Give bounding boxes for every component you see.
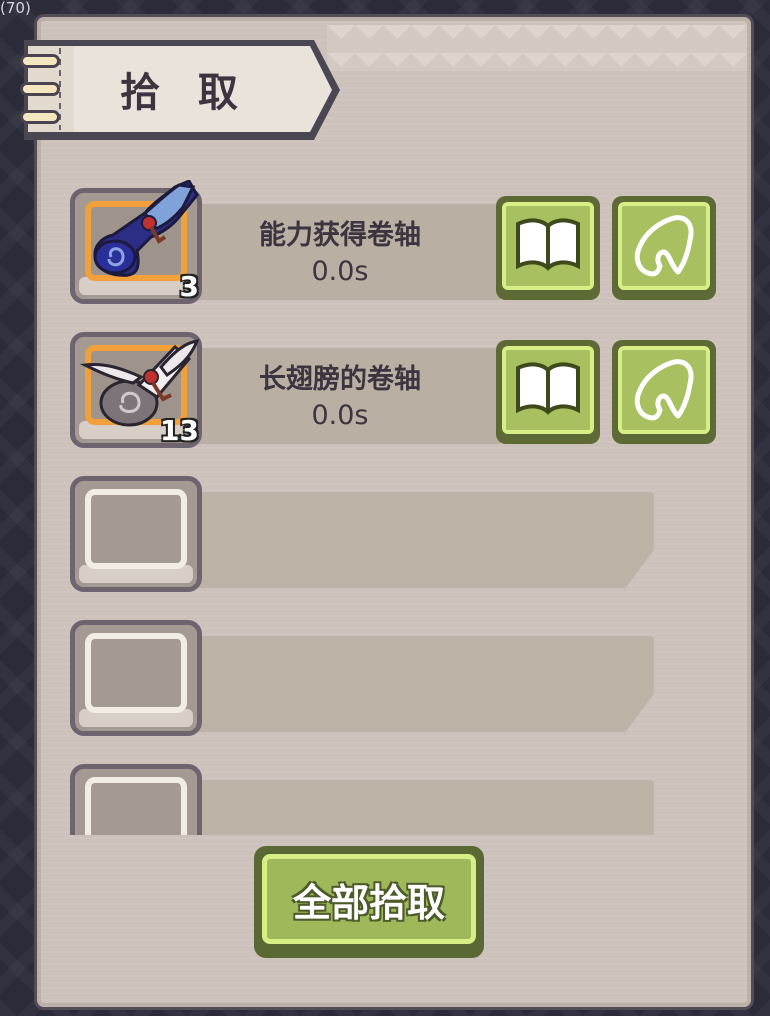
binder-ring [20,54,60,68]
item-time: 0.0s [311,400,369,431]
item-slot-empty [70,476,202,592]
item-detail-button[interactable] [496,340,600,444]
item-slot[interactable]: 3 [70,180,202,304]
panel-title: 拾 取 [120,70,250,116]
slot-frame [85,777,187,835]
item-count: 3 [179,270,199,303]
list-item-empty [70,472,730,602]
book-icon [516,362,580,415]
item-name: 能力获得卷轴 [259,220,421,251]
pickup-list[interactable]: 3 能力获得卷轴 0.0s 13 长翅膀的卷轴 0.0s [70,180,730,835]
item-slot-empty [70,620,202,736]
list-item[interactable]: 13 长翅膀的卷轴 0.0s [70,328,730,458]
pick-all-button[interactable]: 全部拾取 [254,846,484,958]
list-item-empty [70,616,730,746]
item-detail-button[interactable] [496,196,600,300]
book-icon [516,218,580,271]
grab-hand-icon [634,215,694,277]
panel-header-pattern [327,25,747,71]
item-slot[interactable]: 13 [70,332,202,448]
list-item-bar [180,636,654,732]
item-time: 0.0s [311,256,369,287]
item-info: 长翅膀的卷轴 0.0s [210,362,470,434]
item-name: 长翅膀的卷轴 [259,364,421,395]
list-item-bar [180,780,654,835]
item-pick-button[interactable] [612,340,716,444]
list-item-empty [70,760,730,835]
item-slot-empty [70,764,202,835]
pick-all-button-face: 全部拾取 [262,854,476,944]
slot-frame [85,489,187,569]
item-count: 13 [160,414,199,447]
binder-ring [20,110,60,124]
item-info: 能力获得卷轴 0.0s [210,218,470,290]
panel-title-tag: 拾 取 [14,34,344,146]
item-pick-button[interactable] [612,196,716,300]
binder-ring [20,82,60,96]
slot-frame [85,633,187,713]
list-item-bar [180,492,654,588]
grab-hand-icon [634,359,694,421]
list-item[interactable]: 3 能力获得卷轴 0.0s [70,180,730,314]
pick-all-label: 全部拾取 [292,880,445,925]
